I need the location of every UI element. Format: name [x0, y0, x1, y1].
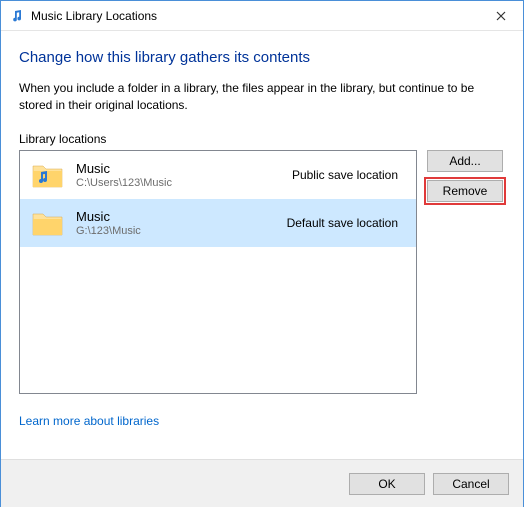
side-buttons: Add... Remove — [427, 150, 503, 394]
music-note-icon — [9, 8, 25, 24]
location-name: Music — [76, 161, 292, 176]
location-path: C:\Users\123\Music — [76, 177, 292, 189]
remove-button[interactable]: Remove — [427, 180, 503, 202]
location-text: Music C:\Users\123\Music — [76, 161, 292, 189]
location-name: Music — [76, 209, 287, 224]
add-button[interactable]: Add... — [427, 150, 503, 172]
titlebar: Music Library Locations — [1, 1, 523, 31]
dialog-heading: Change how this library gathers its cont… — [19, 49, 505, 66]
window-title: Music Library Locations — [31, 9, 157, 23]
learn-more-link[interactable]: Learn more about libraries — [19, 414, 159, 428]
close-icon — [496, 11, 506, 21]
dialog-description: When you include a folder in a library, … — [19, 80, 505, 114]
location-status: Public save location — [292, 168, 406, 182]
location-status: Default save location — [287, 216, 406, 230]
list-item[interactable]: Music G:\123\Music Default save location — [20, 199, 416, 247]
dialog-content: Change how this library gathers its cont… — [1, 31, 523, 428]
location-path: G:\123\Music — [76, 225, 287, 237]
cancel-button[interactable]: Cancel — [433, 473, 509, 495]
close-button[interactable] — [478, 1, 523, 31]
ok-button[interactable]: OK — [349, 473, 425, 495]
location-text: Music G:\123\Music — [76, 209, 287, 237]
dialog-footer: OK Cancel — [1, 459, 523, 507]
music-folder-icon — [30, 157, 66, 193]
folder-icon — [30, 205, 66, 241]
list-item[interactable]: Music C:\Users\123\Music Public save loc… — [20, 151, 416, 199]
library-locations-list[interactable]: Music C:\Users\123\Music Public save loc… — [19, 150, 417, 394]
library-locations-label: Library locations — [19, 132, 505, 146]
